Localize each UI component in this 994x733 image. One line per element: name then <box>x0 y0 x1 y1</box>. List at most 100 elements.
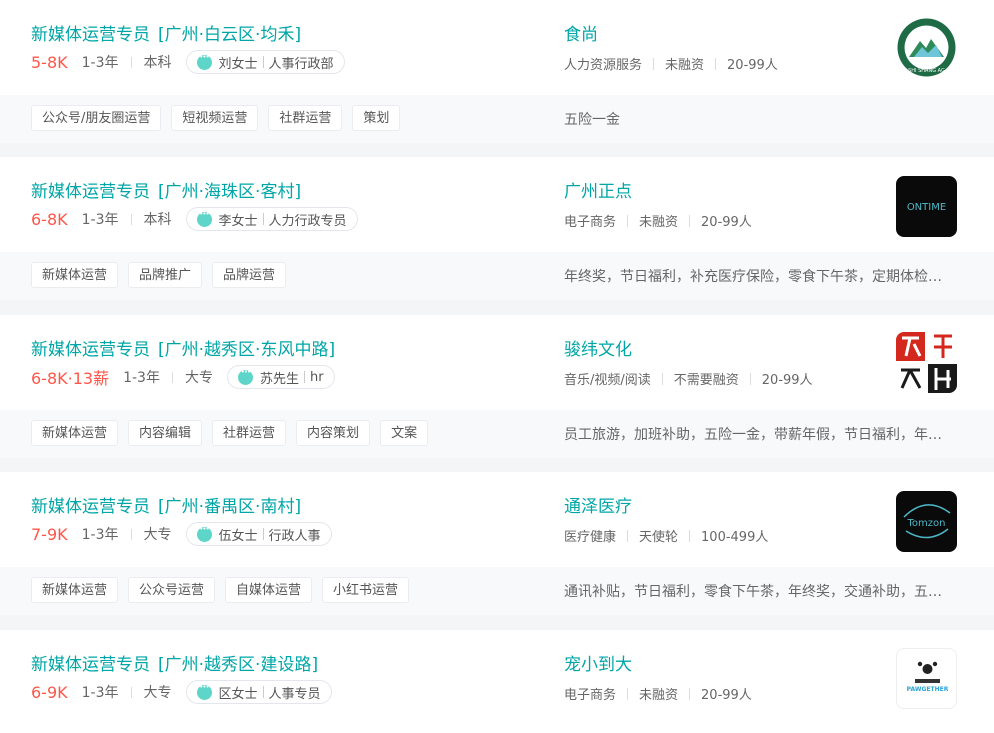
company-name-link[interactable]: 通泽医疗 <box>564 492 632 517</box>
skill-tags: 新媒体运营 内容编辑 社群运营 内容策划 文案 <box>31 420 438 446</box>
divider <box>661 372 663 385</box>
recruiter-chat-button[interactable]: 区女士 人事专员 <box>185 680 332 704</box>
job-meta: 7-9K 1-3年 大专 伍女士 行政人事 <box>31 522 332 546</box>
experience: 1-3年 <box>81 527 119 543</box>
job-list: 新媒体运营专员 [广州·白云区·均禾] 5-8K 1-3年 本科 刘女士 人事行政… <box>0 0 994 733</box>
salary: 5-8K <box>31 52 68 72</box>
experience: 1-3年 <box>81 55 119 71</box>
company-funding: 未融资 <box>665 58 705 73</box>
skill-tags: 公众号/朋友圈运营 短视频运营 社群运营 策划 <box>31 105 410 131</box>
company-industry: 人力资源服务 <box>564 58 643 73</box>
company-info: 医疗健康 天使轮 100-499人 <box>564 526 768 545</box>
shishang-logo-icon[interactable]: SHI SHANG AG <box>896 17 957 78</box>
job-title-link[interactable]: 新媒体运营专员 [广州·海珠区·客村] <box>31 177 301 202</box>
company-size: 20-99人 <box>761 373 813 388</box>
ontime-logo-icon[interactable]: ONTIME <box>896 176 957 237</box>
recruiter-name: 苏先生 <box>259 371 299 387</box>
skill-tag: 新媒体运营 <box>31 420 119 446</box>
job-card[interactable]: 新媒体运营专员 [广州·海珠区·客村] 6-8K 1-3年 本科 李女士 人力行政… <box>0 157 994 300</box>
welfare: 通讯补贴，节日福利，零食下午茶，年终奖，交通补助，五险一金 <box>564 584 954 600</box>
company-name-link[interactable]: 骏纬文化 <box>564 335 632 360</box>
divider <box>627 214 629 227</box>
skill-tag: 社群运营 <box>268 105 343 131</box>
divider <box>689 529 691 542</box>
job-card[interactable]: 新媒体运营专员 [广州·越秀区·东风中路] 6-8K·13薪 1-3年 大专 苏先… <box>0 315 994 458</box>
salary: 6-9K <box>31 682 68 702</box>
skill-tag: 新媒体运营 <box>31 577 119 603</box>
company-funding: 天使轮 <box>639 530 679 545</box>
chat-icon <box>196 53 212 70</box>
recruiter-name: 区女士 <box>218 686 258 702</box>
divider <box>749 372 751 385</box>
job-area: [广州·越秀区·建设路] <box>158 655 319 675</box>
divider <box>689 214 691 227</box>
company-industry: 电子商务 <box>564 215 617 230</box>
job-title-link[interactable]: 新媒体运营专员 [广州·番禺区·南村] <box>31 492 301 517</box>
skill-tag: 内容策划 <box>296 420 371 446</box>
company-name-link[interactable]: 广州正点 <box>564 177 632 202</box>
company-size: 20-99人 <box>701 215 752 230</box>
recruiter-chat-button[interactable]: 刘女士 人事行政部 <box>185 50 345 74</box>
job-area: [广州·白云区·均禾] <box>158 25 302 45</box>
logo-text: ONTIME <box>907 202 946 213</box>
experience: 1-3年 <box>81 685 119 701</box>
job-card-header: 新媒体运营专员 [广州·越秀区·东风中路] 6-8K·13薪 1-3年 大专 苏先… <box>0 315 994 410</box>
logo-text: PAWGETHER <box>907 686 949 693</box>
job-name[interactable]: 新媒体运营专员 <box>31 182 150 202</box>
experience: 1-3年 <box>81 212 119 228</box>
recruiter-name: 伍女士 <box>218 528 258 544</box>
job-title-link[interactable]: 新媒体运营专员 [广州·越秀区·建设路] <box>31 650 318 675</box>
job-title-link[interactable]: 新媒体运营专员 [广州·白云区·均禾] <box>31 20 301 45</box>
job-name[interactable]: 新媒体运营专员 <box>31 497 150 517</box>
job-area: [广州·番禺区·南村] <box>158 497 302 517</box>
company-funding: 未融资 <box>639 688 679 703</box>
skill-tags: 新媒体运营 品牌推广 品牌运营 <box>31 262 296 288</box>
job-card-header: 新媒体运营专员 [广州·白云区·均禾] 5-8K 1-3年 本科 刘女士 人事行政… <box>0 0 994 95</box>
recruiter-name: 李女士 <box>218 213 258 229</box>
job-meta: 6-9K 1-3年 大专 区女士 人事专员 <box>31 680 332 704</box>
chat-icon <box>196 525 212 542</box>
welfare: 年终奖，节日福利，补充医疗保险，零食下午茶，定期体检，员工旅游 <box>564 269 954 285</box>
divider <box>130 686 132 698</box>
logo-text: SHI SHANG AG <box>908 68 945 74</box>
skill-tag: 自媒体运营 <box>225 577 313 603</box>
pawgether-logo-icon[interactable]: PAWGETHER <box>896 648 957 709</box>
tomzon-logo-icon[interactable]: Tomzon <box>896 491 957 552</box>
job-card[interactable]: 新媒体运营专员 [广州·越秀区·建设路] 6-9K 1-3年 大专 区女士 人事专… <box>0 630 994 733</box>
junwei-logo-icon[interactable] <box>896 332 957 393</box>
recruiter-chat-button[interactable]: 苏先生 hr <box>226 365 335 389</box>
job-name[interactable]: 新媒体运营专员 <box>31 655 150 675</box>
skill-tag: 策划 <box>352 105 401 131</box>
salary: 6-8K·13薪 <box>31 369 110 388</box>
job-meta: 6-8K 1-3年 本科 李女士 人力行政专员 <box>31 207 358 231</box>
recruiter-title: 人事专员 <box>268 686 321 702</box>
skill-tag: 新媒体运营 <box>31 262 119 288</box>
recruiter-title: 人事行政部 <box>268 56 334 72</box>
divider <box>262 686 264 698</box>
job-meta: 5-8K 1-3年 本科 刘女士 人事行政部 <box>31 50 345 74</box>
company-info: 人力资源服务 未融资 20-99人 <box>564 54 778 73</box>
recruiter-title: hr <box>309 369 324 385</box>
welfare: 五险一金 <box>564 112 620 128</box>
recruiter-title: 行政人事 <box>268 528 321 544</box>
degree: 大专 <box>143 527 172 543</box>
job-title-link[interactable]: 新媒体运营专员 [广州·越秀区·东风中路] <box>31 335 335 360</box>
company-name-link[interactable]: 食尚 <box>564 20 598 45</box>
company-industry: 音乐/视频/阅读 <box>564 373 651 388</box>
recruiter-chat-button[interactable]: 伍女士 行政人事 <box>185 522 332 546</box>
company-size: 20-99人 <box>727 58 778 73</box>
job-card[interactable]: 新媒体运营专员 [广州·番禺区·南村] 7-9K 1-3年 大专 伍女士 行政人事… <box>0 472 994 615</box>
divider <box>715 57 717 70</box>
skill-tag: 品牌推广 <box>128 262 203 288</box>
skill-tag: 品牌运营 <box>212 262 287 288</box>
skill-tag: 公众号运营 <box>128 577 216 603</box>
company-info: 电子商务 未融资 20-99人 <box>564 211 752 230</box>
company-info: 电子商务 未融资 20-99人 <box>564 684 752 703</box>
company-name-link[interactable]: 宠小到大 <box>564 650 632 675</box>
job-name[interactable]: 新媒体运营专员 <box>31 25 150 45</box>
recruiter-chat-button[interactable]: 李女士 人力行政专员 <box>185 207 358 231</box>
job-area: [广州·海珠区·客村] <box>158 182 302 202</box>
job-card[interactable]: 新媒体运营专员 [广州·白云区·均禾] 5-8K 1-3年 本科 刘女士 人事行政… <box>0 0 994 143</box>
job-card-header: 新媒体运营专员 [广州·番禺区·南村] 7-9K 1-3年 大专 伍女士 行政人事… <box>0 472 994 567</box>
job-name[interactable]: 新媒体运营专员 <box>31 340 150 360</box>
